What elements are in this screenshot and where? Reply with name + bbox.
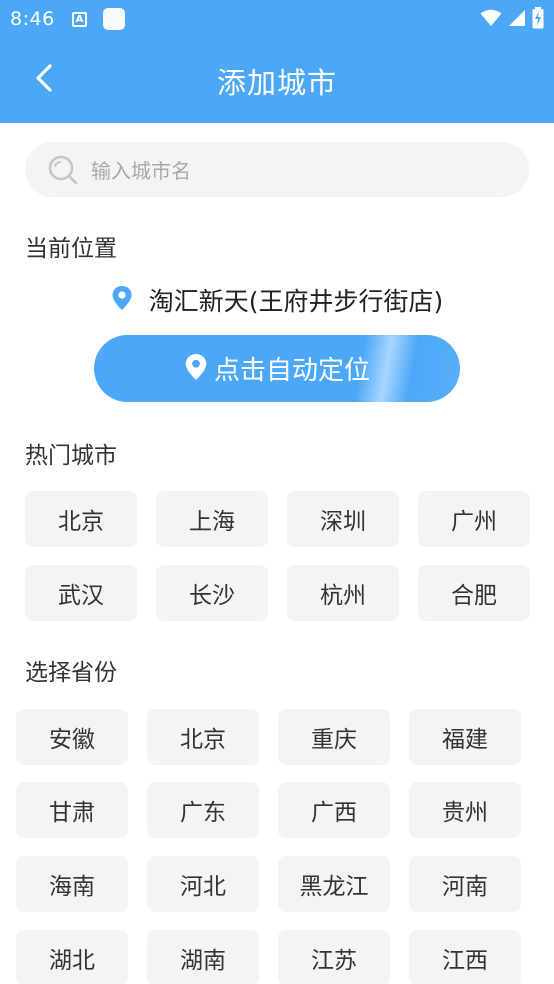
province-chip[interactable]: 安徽 [16,709,128,765]
province-chip[interactable]: 江苏 [278,930,390,984]
hot-city-chip[interactable]: 长沙 [156,565,268,621]
hot-city-chip[interactable]: 上海 [156,491,268,547]
search-input[interactable]: 输入城市名 [25,142,529,197]
hot-city-chip[interactable]: 武汉 [25,565,137,621]
province-chip[interactable]: 广东 [147,782,259,838]
page-title: 添加城市 [216,66,337,100]
province-chip[interactable]: 黑龙江 [278,856,390,912]
province-chip[interactable]: 湖南 [147,930,259,984]
province-chip[interactable]: 河南 [409,856,521,912]
province-chip[interactable]: 福建 [409,709,521,765]
signal-icon [508,9,526,31]
hot-city-chip[interactable]: 北京 [25,491,137,547]
status-time: 8:46 [10,8,55,30]
status-icons [480,7,544,33]
province-chip[interactable]: 甘肃 [16,782,128,838]
province-chip[interactable]: 广西 [278,782,390,838]
search-icon [47,154,79,186]
wifi-icon [480,9,502,31]
auto-locate-label: 点击自动定位 [213,356,370,386]
search-placeholder: 输入城市名 [91,159,191,183]
provinces-title: 选择省份 [25,660,117,686]
current-location-title: 当前位置 [25,236,117,262]
province-chip[interactable]: 海南 [16,856,128,912]
status-bar: 8:46 A [0,0,554,40]
current-location: 淘汇新天(王府井步行街店) [0,280,554,320]
location-pin-icon [111,285,133,315]
province-chip[interactable]: 湖北 [16,930,128,984]
province-chip[interactable]: 江西 [409,930,521,984]
province-chip[interactable]: 贵州 [409,782,521,838]
hot-city-chip[interactable]: 杭州 [287,565,399,621]
notification-a-icon: A [72,12,87,27]
hot-cities-title: 热门城市 [25,443,117,469]
app-bar: 添加城市 [0,40,554,123]
notification-app-icon [103,8,125,30]
hot-city-chip[interactable]: 合肥 [418,565,530,621]
hot-city-chip[interactable]: 广州 [418,491,530,547]
province-chip[interactable]: 北京 [147,709,259,765]
province-chip[interactable]: 重庆 [278,709,390,765]
battery-charging-icon [532,7,544,33]
location-pin-icon [184,353,208,385]
location-name: 淘汇新天(王府井步行街店) [148,287,444,316]
province-chip[interactable]: 河北 [147,856,259,912]
hot-city-chip[interactable]: 深圳 [287,491,399,547]
auto-locate-button[interactable]: 点击自动定位 [94,335,460,402]
